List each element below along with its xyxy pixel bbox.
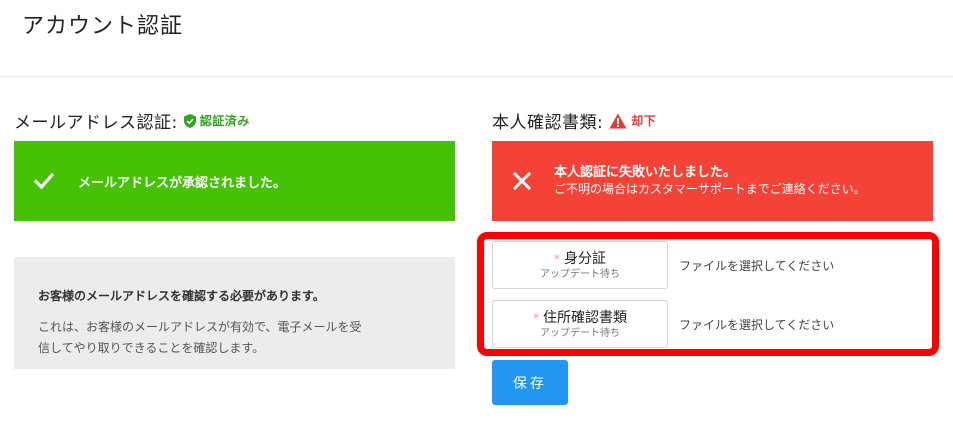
email-heading-text: メールアドレス認証:: [14, 113, 178, 133]
required-mark: *: [533, 310, 539, 325]
email-status-label: 認証済み: [199, 114, 250, 128]
id-document-label-text: 身分証: [564, 250, 606, 267]
identity-status-badge: 却下: [609, 112, 656, 129]
id-document-status: アップデート待ち: [540, 268, 620, 280]
address-document-file-hint: ファイルを選択してください: [679, 317, 835, 332]
shield-check-icon: [183, 113, 196, 128]
header-divider: [0, 76, 953, 77]
required-mark: *: [554, 251, 560, 266]
id-document-file-hint: ファイルを選択してください: [679, 258, 835, 273]
email-success-message: メールアドレスが承認されました。: [78, 175, 287, 191]
email-info-title: お客様のメールアドレスを確認する必要があります。: [38, 289, 325, 303]
save-button[interactable]: 保存: [492, 360, 568, 405]
email-verification-heading: メールアドレス認証: 認証済み: [14, 108, 250, 133]
warning-icon: [609, 113, 627, 128]
close-icon: [510, 169, 534, 193]
email-success-banner: メールアドレスが承認されました。: [14, 141, 455, 221]
check-icon: [32, 169, 56, 193]
identity-error-subtext: ご不明の場合はカスタマーサポートまでご連絡ください。: [554, 182, 866, 196]
upload-row-address-document: * 住所確認書類 アップデート待ち ファイルを選択してください: [492, 300, 834, 348]
identity-status-label: 却下: [631, 114, 657, 128]
upload-row-id-document: * 身分証 アップデート待ち ファイルを選択してください: [492, 241, 834, 289]
email-info-line: 信してやり取りできることを確認します。: [38, 341, 265, 355]
identity-error-text: 本人認証に失敗いたしました。 ご不明の場合はカスタマーサポートまでご連絡ください…: [554, 164, 866, 198]
identity-error-banner: 本人認証に失敗いたしました。 ご不明の場合はカスタマーサポートまでご連絡ください…: [492, 141, 933, 221]
address-document-label: * 住所確認書類: [533, 309, 627, 327]
identity-heading-text: 本人確認書類:: [492, 113, 604, 133]
id-document-label: * 身分証: [554, 250, 606, 268]
email-info-line: これは、お客様のメールアドレスが有効で、電子メールを受: [38, 320, 362, 334]
id-document-file-button[interactable]: * 身分証 アップデート待ち: [492, 241, 668, 289]
identity-error-message: 本人認証に失敗いたしました。: [554, 165, 737, 180]
email-info-body: これは、お客様のメールアドレスが有効で、電子メールを受 信してやり取りできること…: [38, 317, 433, 359]
page-title: アカウント認証: [22, 14, 184, 39]
email-status-badge: 認証済み: [183, 112, 250, 129]
address-document-label-text: 住所確認書類: [543, 309, 627, 326]
address-document-file-button[interactable]: * 住所確認書類 アップデート待ち: [492, 300, 668, 348]
identity-verification-heading: 本人確認書類: 却下: [492, 108, 656, 133]
address-document-status: アップデート待ち: [540, 327, 620, 339]
email-info-box: お客様のメールアドレスを確認する必要があります。 これは、お客様のメールアドレス…: [14, 257, 455, 369]
